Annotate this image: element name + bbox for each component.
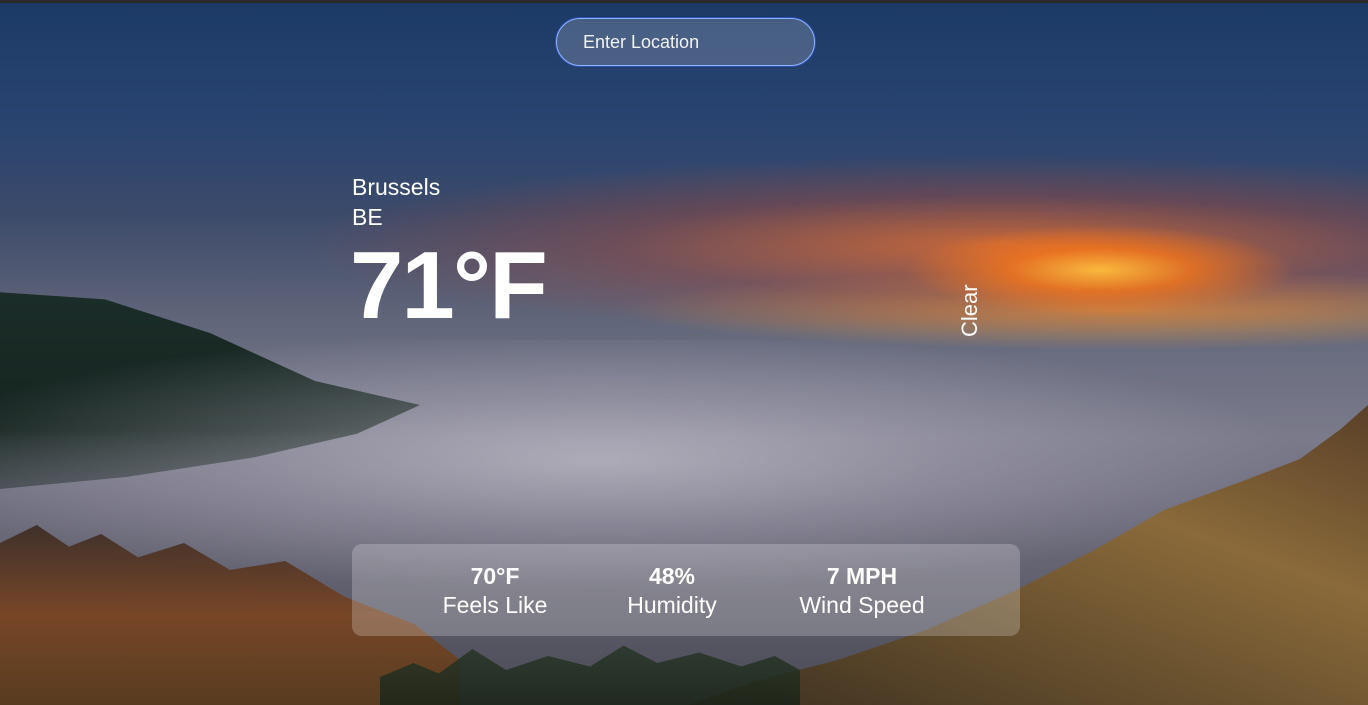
stat-humidity: 48% Humidity <box>620 562 724 620</box>
wind-speed-value: 7 MPH <box>826 563 898 589</box>
location-search-input[interactable] <box>556 18 815 66</box>
feels-like-value: 70°F <box>470 563 520 589</box>
feels-like-label: Feels Like <box>442 592 548 618</box>
location-block: Brussels BE <box>352 172 440 232</box>
window-top-edge <box>0 0 1368 3</box>
humidity-value: 48% <box>648 563 696 589</box>
humidity-label: Humidity <box>627 592 717 618</box>
weather-condition: Clear <box>957 284 982 337</box>
country-code: BE <box>352 204 383 230</box>
stat-feels-like: 70°F Feels Like <box>438 562 552 620</box>
stats-panel: 70°F Feels Like 48% Humidity 7 MPH Wind … <box>352 544 1020 636</box>
city-name: Brussels <box>352 174 441 200</box>
wind-speed-label: Wind Speed <box>799 592 925 618</box>
stat-wind-speed: 7 MPH Wind Speed <box>792 562 932 620</box>
current-temperature: 71°F <box>350 232 548 339</box>
